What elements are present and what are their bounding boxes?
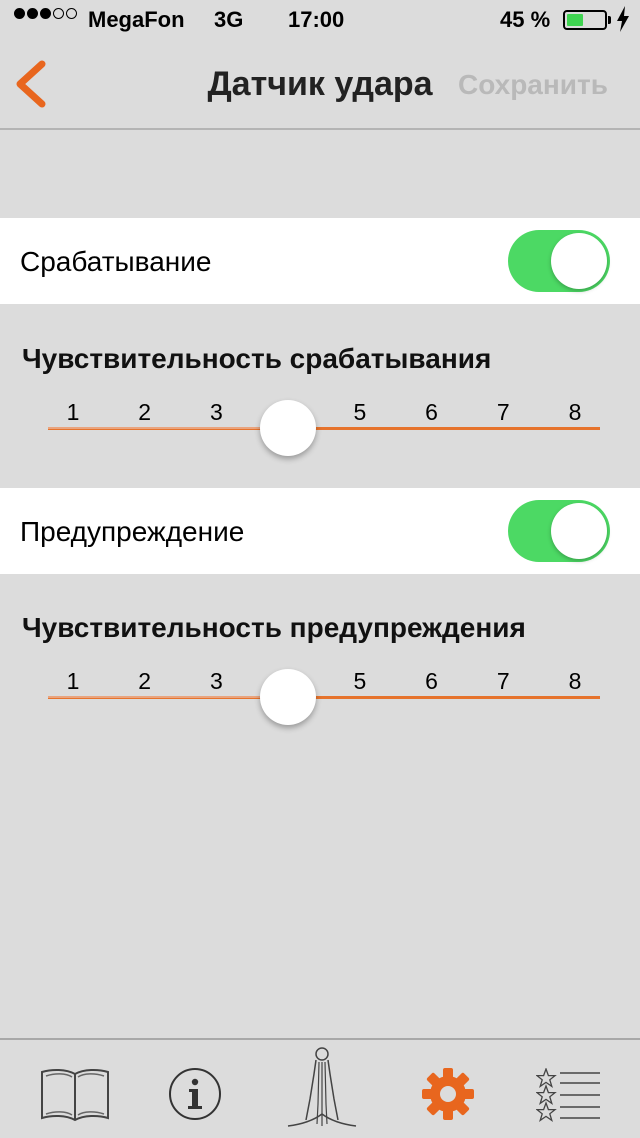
warning-sensitivity-slider[interactable]: 1 2 3 5 6 7 8	[48, 667, 600, 737]
slider-tick-label: 7	[496, 668, 510, 694]
charging-icon	[617, 6, 629, 32]
star-list-icon	[536, 1068, 600, 1122]
trigger-sensitivity-title: Чувствительность срабатывания	[22, 343, 492, 374]
navigation-bar: Датчик удара Сохранить	[0, 40, 640, 130]
battery-tip	[608, 16, 611, 24]
slider-tick-label: 1	[66, 668, 80, 694]
toggle-knob	[551, 503, 607, 559]
figure-icon	[287, 1047, 357, 1127]
slider-tick-label: 8	[568, 399, 582, 425]
warning-row: Предупреждение	[0, 488, 640, 574]
tab-bar	[0, 1038, 640, 1138]
signal-strength-icon	[14, 8, 77, 19]
tab-settings[interactable]	[384, 1040, 512, 1138]
carrier-name: MegaFon	[88, 7, 185, 32]
slider-track-filled	[48, 427, 289, 429]
back-button[interactable]	[10, 58, 60, 110]
battery-icon	[563, 10, 607, 30]
slider-tick-label: 6	[425, 399, 438, 425]
slider-tick-label: 8	[568, 668, 582, 694]
signal-dot	[53, 8, 64, 19]
slider-thumb[interactable]	[260, 669, 317, 725]
book-icon	[41, 1068, 109, 1122]
gear-icon	[422, 1068, 474, 1120]
slider-tick-label: 5	[353, 399, 367, 425]
tab-figure[interactable]	[258, 1040, 386, 1138]
slider-tick-label: 7	[496, 399, 510, 425]
warning-label: Предупреждение	[20, 516, 245, 547]
chevron-left-icon	[16, 60, 46, 108]
signal-dot	[66, 8, 77, 19]
slider-track-filled	[48, 696, 289, 698]
battery-level-fill	[567, 14, 583, 26]
slider-tick-label: 6	[425, 668, 438, 694]
slider-tick-label: 3	[210, 399, 223, 425]
signal-dot	[40, 8, 51, 19]
tab-favorites[interactable]	[506, 1040, 634, 1138]
slider-tick-label: 2	[138, 399, 152, 425]
trigger-sensitivity-slider[interactable]: 1 2 3 5 6 7 8	[48, 398, 600, 468]
status-bar: MegaFon 3G 17:00 45 %	[0, 0, 640, 40]
tab-info[interactable]	[131, 1040, 259, 1138]
trigger-toggle[interactable]	[508, 230, 610, 292]
info-icon	[169, 1068, 221, 1120]
slider-tick-label: 2	[138, 668, 152, 694]
save-button[interactable]: Сохранить	[458, 68, 608, 102]
toggle-knob	[551, 233, 607, 289]
clock: 17:00	[288, 7, 345, 32]
trigger-row: Срабатывание	[0, 218, 640, 304]
page-title: Датчик удара	[207, 65, 433, 103]
signal-dot	[14, 8, 25, 19]
slider-tick-label: 1	[66, 399, 80, 425]
slider-tick-label: 3	[210, 668, 223, 694]
warning-toggle[interactable]	[508, 500, 610, 562]
signal-dot	[27, 8, 38, 19]
tab-book[interactable]	[10, 1040, 138, 1138]
slider-tick-label: 5	[353, 668, 367, 694]
network-type: 3G	[214, 7, 244, 32]
warning-sensitivity-title: Чувствительность предупреждения	[22, 612, 526, 643]
trigger-label: Срабатывание	[20, 246, 212, 277]
battery-percent: 45 %	[500, 7, 551, 32]
slider-thumb[interactable]	[260, 400, 317, 456]
